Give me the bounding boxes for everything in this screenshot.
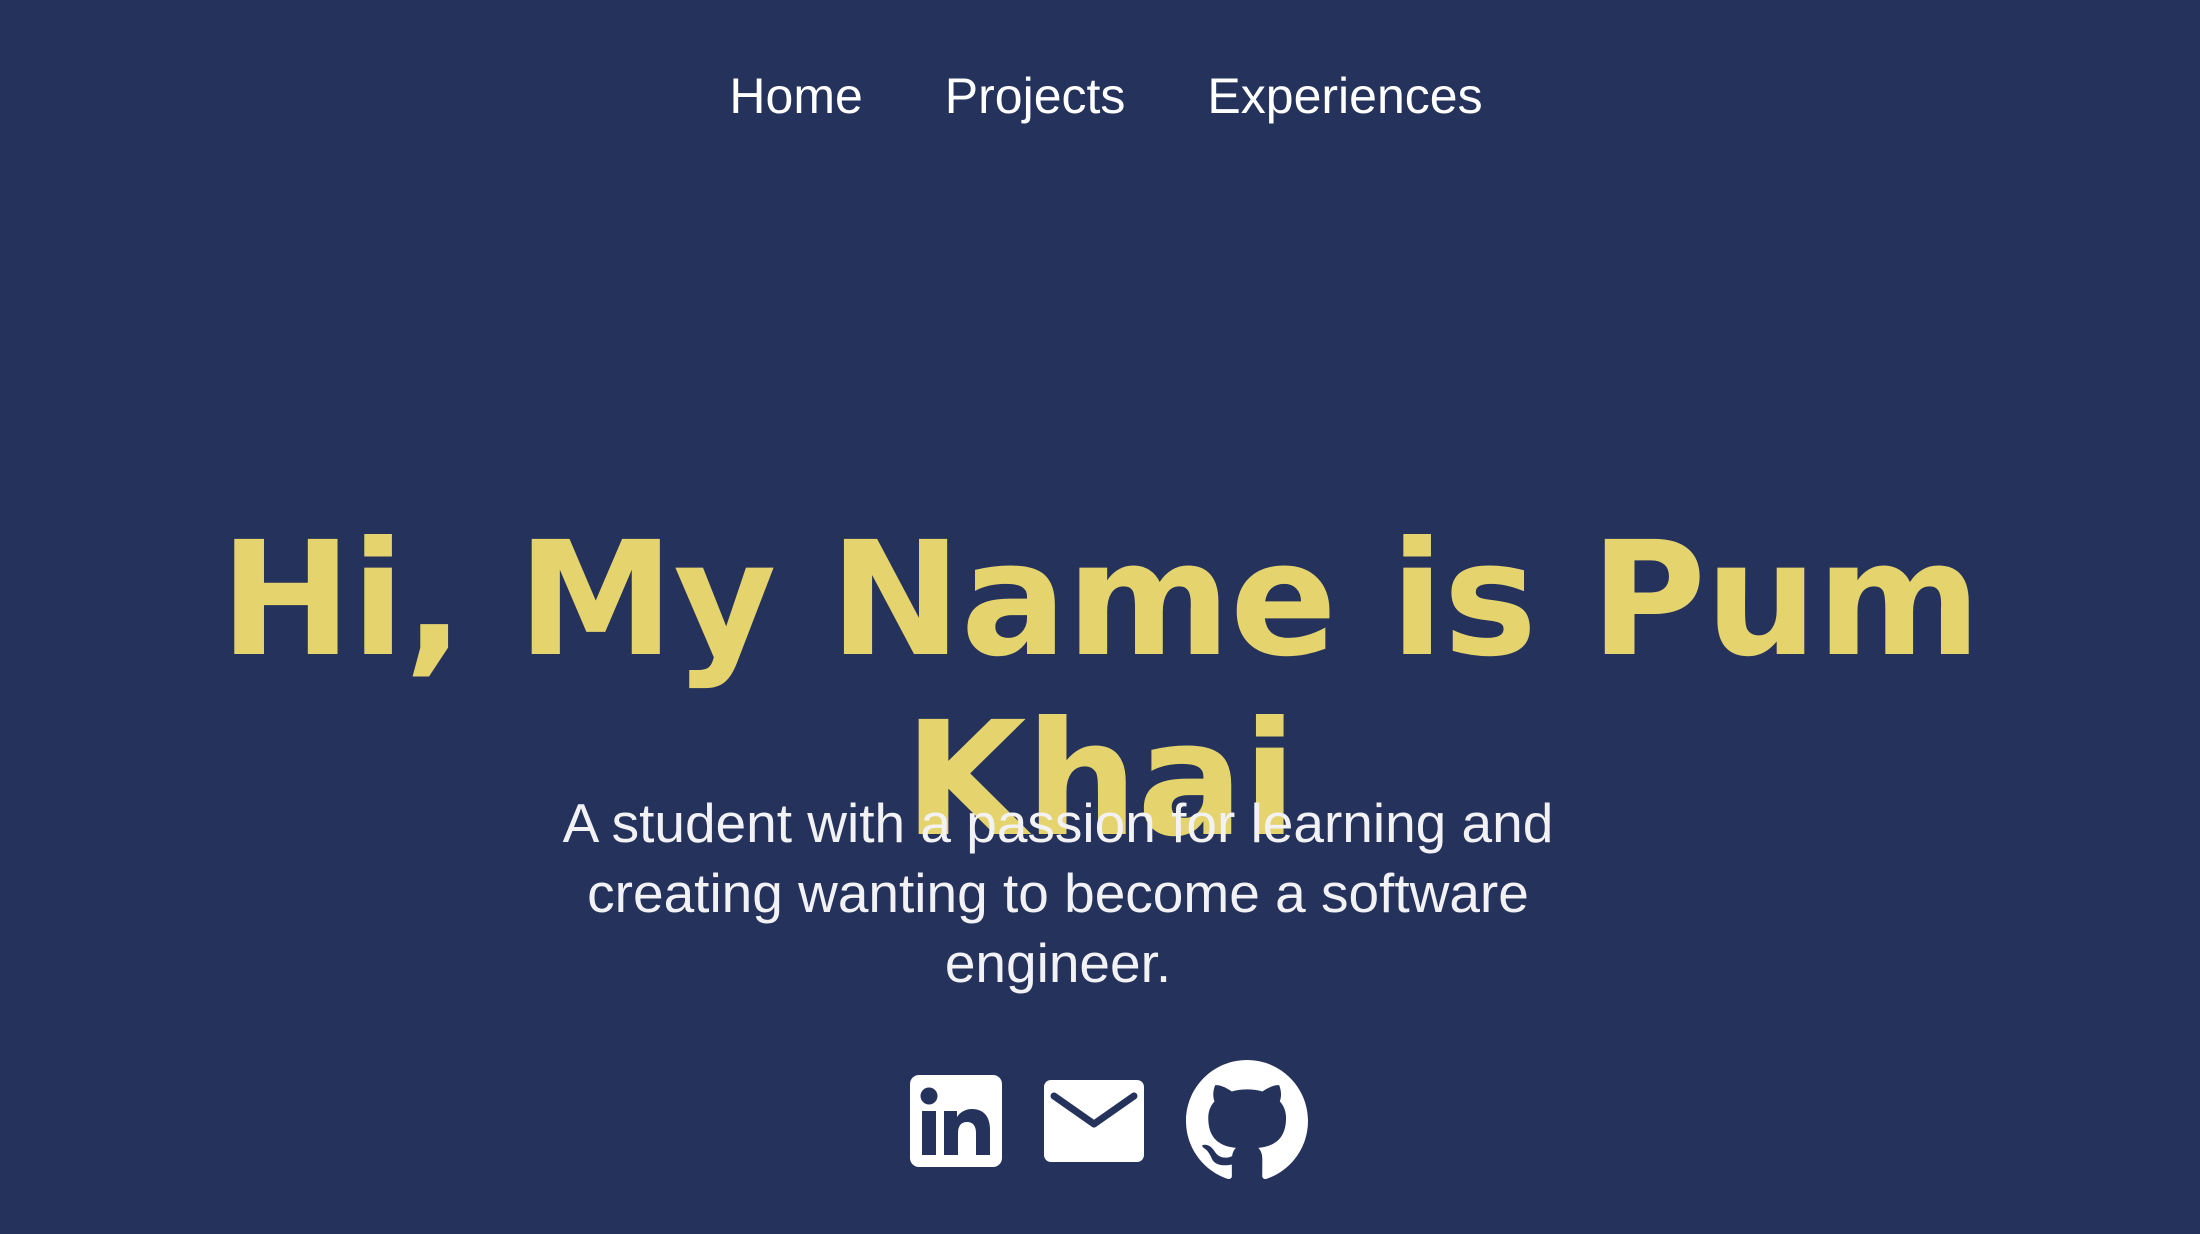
email-icon (1044, 1080, 1144, 1162)
linkedin-link[interactable] (910, 1075, 1002, 1167)
linkedin-icon (910, 1075, 1002, 1167)
email-link[interactable] (1044, 1080, 1144, 1162)
hero-tagline: A student with a passion for learning an… (562, 792, 1554, 994)
nav-experiences-link[interactable]: Experiences (1207, 66, 1482, 126)
nav-projects-link[interactable]: Projects (945, 66, 1126, 126)
github-link[interactable] (1186, 1060, 1308, 1182)
social-links (0, 1060, 2200, 1182)
github-icon (1186, 1060, 1308, 1179)
nav-home-link[interactable]: Home (729, 66, 862, 126)
main-nav: Home Projects Experiences (0, 66, 2200, 126)
